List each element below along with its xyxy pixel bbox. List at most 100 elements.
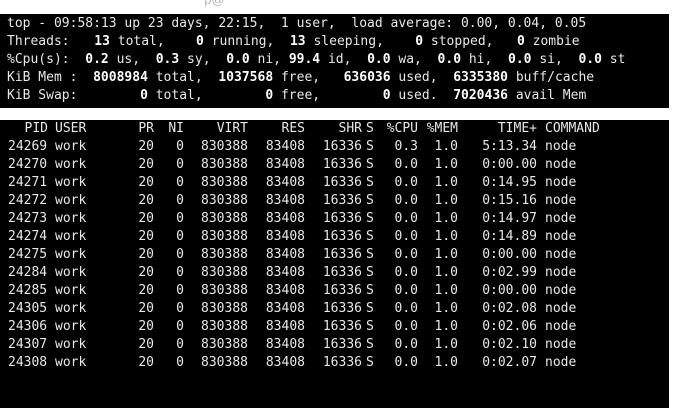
table-row[interactable]: 24308 work 20 0 830388 83408 16336 S 0.0 1.0 0:02.… [0, 354, 669, 372]
cell-command: node [545, 283, 577, 298]
terminal-window[interactable]: top - 09:58:13 up 23 days, 22:15, 1 user… [0, 14, 669, 408]
cell-shr: 16336 [322, 175, 362, 190]
cell-user: work [55, 211, 87, 226]
cell-virt: 830388 [201, 283, 248, 298]
cell-time: 0:00.00 [482, 247, 537, 262]
cell-mem: 1.0 [434, 319, 458, 334]
col-cpu[interactable]: %CPU [380, 120, 418, 138]
table-row[interactable]: 24270 work 20 0 830388 83408 16336 S 0.0 1.0 0:00.… [0, 156, 669, 174]
cell-res: 83408 [265, 175, 305, 190]
cell-pr: 20 [138, 193, 154, 208]
cell-time: 0:02.07 [482, 355, 537, 370]
table-row[interactable]: 24272 work 20 0 830388 83408 16336 S 0.0 1.0 0:15.… [0, 192, 669, 210]
cell-time: 5:13.34 [482, 139, 537, 154]
swap-total-label: total, [155, 88, 203, 103]
col-command[interactable]: COMMAND [545, 120, 625, 138]
cell-pid: 24269 [8, 139, 48, 154]
table-row[interactable]: 24269 work 20 0 830388 83408 16336 S 0.3 1.0 5:13.… [0, 138, 669, 156]
threads-zombie: 0 [517, 34, 525, 49]
cell-cpu: 0.0 [394, 337, 418, 352]
col-pid[interactable]: PID [8, 120, 48, 138]
cell-state: S [366, 229, 374, 244]
cell-time: 0:14.89 [482, 229, 537, 244]
cell-state: S [366, 193, 374, 208]
table-row[interactable]: 24275 work 20 0 830388 83408 16336 S 0.0 1.0 0:00.… [0, 246, 669, 264]
col-res[interactable]: RES [255, 120, 305, 138]
cell-state: S [366, 337, 374, 352]
cell-ni: 0 [176, 247, 184, 262]
cell-time: 0:00.00 [482, 157, 537, 172]
cell-command: node [545, 337, 577, 352]
cell-cpu: 0.0 [394, 265, 418, 280]
cell-shr: 16336 [322, 247, 362, 262]
cell-cpu: 0.0 [394, 319, 418, 334]
cell-pid: 24308 [8, 355, 48, 370]
mem-buff-cache: 6335380 [453, 70, 508, 85]
table-row[interactable]: 24305 work 20 0 830388 83408 16336 S 0.0 1.0 0:02.… [0, 300, 669, 318]
mem-total-label: total, [155, 70, 203, 85]
cell-user: work [55, 337, 87, 352]
cell-pr: 20 [138, 157, 154, 172]
threads-running-label: running, [211, 34, 275, 49]
swap-total: 0 [140, 88, 148, 103]
table-row[interactable]: 24273 work 20 0 830388 83408 16336 S 0.0 1.0 0:14.… [0, 210, 669, 228]
mem-used-label: used, [398, 70, 438, 85]
swap-avail-mem: 7020436 [453, 88, 508, 103]
cpu-label: %Cpu(s): [7, 52, 70, 67]
cell-command: node [545, 229, 577, 244]
swap-avail-mem-label: avail Mem [515, 88, 587, 103]
cell-state: S [366, 211, 374, 226]
cpu-wa-label: wa, [398, 52, 422, 67]
cell-virt: 830388 [201, 157, 248, 172]
table-row[interactable]: 24285 work 20 0 830388 83408 16336 S 0.0 1.0 0:00.… [0, 282, 669, 300]
table-row[interactable]: 24274 work 20 0 830388 83408 16336 S 0.0 1.0 0:14.… [0, 228, 669, 246]
cell-time: 0:02.08 [482, 301, 537, 316]
col-mem[interactable]: %MEM [420, 120, 458, 138]
cell-cpu: 0.0 [394, 175, 418, 190]
cell-command: node [545, 157, 577, 172]
cell-pr: 20 [138, 247, 154, 262]
col-shr[interactable]: SHR [310, 120, 362, 138]
cell-command: node [545, 193, 577, 208]
cell-ni: 0 [176, 283, 184, 298]
cpu-hi-label: hi, [468, 52, 493, 67]
col-virt[interactable]: VIRT [190, 120, 248, 138]
swap-line: KiB Swap: 0 total, 0 free, 0 used. 70204… [7, 87, 586, 105]
cell-mem: 1.0 [434, 265, 458, 280]
cell-mem: 1.0 [434, 301, 458, 316]
cell-virt: 830388 [201, 355, 248, 370]
cell-ni: 0 [176, 265, 184, 280]
cell-cpu: 0.0 [394, 247, 418, 262]
table-row[interactable]: 24284 work 20 0 830388 83408 16336 S 0.0 1.0 0:02.… [0, 264, 669, 282]
column-header-bar [0, 108, 669, 120]
cpu-sy-label: sy, [187, 52, 211, 67]
swap-used: 0 [382, 88, 391, 103]
cell-virt: 830388 [201, 301, 248, 316]
cell-cpu: 0.0 [394, 211, 418, 226]
col-pr[interactable]: PR [120, 120, 154, 138]
cell-command: node [545, 175, 577, 190]
col-ni[interactable]: NI [160, 120, 184, 138]
cell-time: 0:02.10 [482, 337, 537, 352]
table-row[interactable]: 24306 work 20 0 830388 83408 16336 S 0.0 1.0 0:02.… [0, 318, 669, 336]
cpu-id-label: id, [327, 52, 352, 67]
cpu-us-label: us, [116, 52, 141, 67]
col-time[interactable]: TIME+ [470, 120, 537, 138]
table-row[interactable]: 24307 work 20 0 830388 83408 16336 S 0.0 1.0 0:02.… [0, 336, 669, 354]
table-row[interactable]: 24271 work 20 0 830388 83408 16336 S 0.0 1.0 0:14.… [0, 174, 669, 192]
cell-state: S [366, 265, 374, 280]
cell-res: 83408 [265, 211, 305, 226]
cell-ni: 0 [176, 229, 184, 244]
col-user[interactable]: USER [55, 120, 105, 138]
cell-res: 83408 [265, 283, 305, 298]
col-state[interactable]: S [366, 120, 378, 138]
cell-shr: 16336 [322, 319, 362, 334]
cell-cpu: 0.0 [394, 229, 418, 244]
cell-res: 83408 [265, 139, 305, 154]
cell-pr: 20 [138, 283, 154, 298]
mem-used: 636036 [343, 70, 391, 85]
threads-sleeping-label: sleeping, [313, 34, 384, 49]
cell-command: node [545, 211, 577, 226]
cell-user: work [55, 229, 87, 244]
cell-shr: 16336 [322, 193, 362, 208]
